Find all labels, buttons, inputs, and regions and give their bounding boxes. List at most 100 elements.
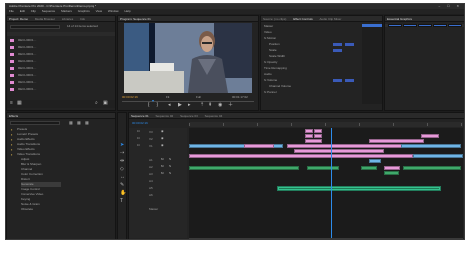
effect-row[interactable]: fx Volume (264, 78, 277, 83)
project-search[interactable] (10, 25, 60, 29)
list-item[interactable]: RECLI0001… (10, 87, 110, 92)
track-label[interactable]: V1 (149, 144, 153, 148)
effect-row[interactable]: Scale Width (269, 54, 285, 59)
track-label[interactable]: A1 (149, 158, 153, 162)
playhead-line[interactable] (331, 128, 332, 238)
effects-search[interactable] (10, 121, 60, 125)
track-label[interactable]: A6 (149, 193, 153, 197)
track-label[interactable]: A4 (149, 179, 153, 183)
tab-sequence-02[interactable]: Sequence 02 (156, 114, 174, 118)
mute-icon[interactable]: M (161, 157, 164, 162)
lock-icon[interactable]: ⊡ (137, 143, 140, 148)
eye-icon[interactable]: ◉ (161, 143, 164, 148)
mute-icon[interactable]: M (161, 171, 164, 176)
razor-tool-icon[interactable]: ◇ (120, 167, 124, 172)
effect-row[interactable]: Scale (269, 48, 277, 53)
filter-icon[interactable]: ▦ (85, 120, 89, 125)
audio-clip[interactable] (361, 166, 377, 170)
effect-row[interactable]: Channel Volume (269, 84, 291, 89)
list-item[interactable]: RECLI0001… (10, 73, 110, 78)
audio-clip[interactable] (307, 166, 339, 170)
timeline-timecode[interactable]: 00:00:02:16 (132, 121, 148, 126)
track-label[interactable]: A2 (149, 165, 153, 169)
list-item[interactable]: RECLI0001… (10, 52, 110, 57)
video-clip[interactable] (189, 154, 413, 158)
menu-graphics[interactable]: Graphics (78, 9, 90, 13)
play-icon[interactable]: ▶ (178, 103, 182, 108)
list-item[interactable]: RECLI0001… (10, 80, 110, 85)
step-back-icon[interactable]: ◂ (168, 103, 171, 108)
menu-edit[interactable]: Edit (20, 9, 25, 13)
audio-clip[interactable] (189, 166, 299, 170)
track-label[interactable]: A5 (149, 186, 153, 190)
video-clip[interactable] (314, 129, 322, 133)
video-clip[interactable] (305, 139, 322, 143)
menu-sequence[interactable]: Sequence (42, 9, 56, 13)
effect-row[interactable]: fx Panner (264, 90, 277, 95)
list-item[interactable]: RECLI0001… (10, 59, 110, 64)
tab-effect-controls[interactable]: Effect Controls (293, 17, 313, 21)
value-field[interactable] (345, 79, 354, 82)
menu-view[interactable]: View (96, 9, 102, 13)
track-label[interactable]: Master (149, 207, 158, 211)
tab-sequence-03[interactable]: Sequence 03 (180, 114, 198, 118)
track-select-icon[interactable]: ⇢ (120, 151, 124, 156)
video-clip[interactable] (294, 149, 384, 153)
video-clip[interactable] (369, 139, 424, 143)
type-tool-icon[interactable]: T (120, 199, 123, 204)
tab-sequence-01[interactable]: Sequence 01 (131, 114, 149, 118)
value-field[interactable] (345, 43, 354, 46)
lock-icon[interactable]: ⊡ (137, 136, 140, 141)
pen-tool-icon[interactable]: ✎ (120, 183, 124, 188)
menu-help[interactable]: Help (124, 9, 130, 13)
folder-item[interactable]: Obsolete (21, 207, 33, 212)
selection-tool-icon[interactable]: ➤ (120, 143, 124, 148)
video-clip[interactable] (305, 134, 313, 138)
effect-row[interactable]: Time Remapping (264, 66, 287, 71)
tab-media-browser[interactable]: Media Browser (35, 17, 55, 21)
effect-row[interactable]: fx Opacity (264, 60, 277, 65)
menu-clip[interactable]: Clip (31, 9, 36, 13)
video-clip[interactable] (287, 144, 405, 148)
value-field[interactable] (333, 43, 342, 46)
lock-icon[interactable]: ⊡ (137, 129, 140, 134)
slip-tool-icon[interactable]: ↔ (120, 175, 125, 180)
solo-icon[interactable]: S (169, 157, 171, 162)
list-view-icon[interactable]: ≡ (10, 101, 13, 106)
value-field[interactable] (333, 49, 342, 52)
hand-tool-icon[interactable]: ✋ (120, 191, 126, 196)
mute-icon[interactable]: M (161, 164, 164, 169)
video-clip[interactable] (413, 154, 463, 158)
filter-icon[interactable]: ▦ (77, 120, 81, 125)
menu-markers[interactable]: Markers (61, 9, 72, 13)
export-frame-icon[interactable]: ◉ (218, 103, 222, 108)
video-clip[interactable] (369, 159, 381, 163)
program-fit[interactable]: Fit (166, 95, 169, 100)
audio-clip[interactable] (403, 166, 461, 170)
tab-sequence-04[interactable]: Sequence 04 (205, 114, 223, 118)
effect-row[interactable]: Position (269, 42, 280, 47)
tab-info[interactable]: Info (80, 17, 85, 21)
video-clip[interactable] (401, 144, 461, 148)
tab-essential[interactable]: Essential Graphics (387, 17, 412, 21)
video-clip[interactable] (421, 134, 439, 138)
video-clip[interactable] (314, 134, 322, 138)
lift-icon[interactable]: ⇡ (200, 103, 204, 108)
mark-out-icon[interactable]: ⁆ (156, 103, 158, 108)
eye-icon[interactable]: ◉ (161, 136, 164, 141)
tab-audio-clip-mixer[interactable]: Audio Clip Mixer (319, 17, 341, 21)
track-label[interactable]: V3 (149, 130, 153, 134)
mark-in-icon[interactable]: ⁅ (148, 103, 150, 108)
track-label[interactable]: V2 (149, 137, 153, 141)
new-item-icon[interactable]: ▣ (103, 101, 108, 106)
audio-clip[interactable] (384, 166, 400, 170)
list-item[interactable]: RECLI0001… (10, 45, 110, 50)
solo-icon[interactable]: S (169, 171, 171, 176)
tab-libraries[interactable]: Libraries (62, 17, 74, 21)
video-clip[interactable] (305, 129, 313, 133)
tab-source[interactable]: Source: (no clips) (263, 17, 286, 21)
filter-icon[interactable]: ▦ (69, 120, 73, 125)
step-forward-icon[interactable]: ▸ (188, 103, 191, 108)
list-item[interactable]: RECLI0001… (10, 38, 110, 43)
audio-clip[interactable] (384, 171, 399, 175)
